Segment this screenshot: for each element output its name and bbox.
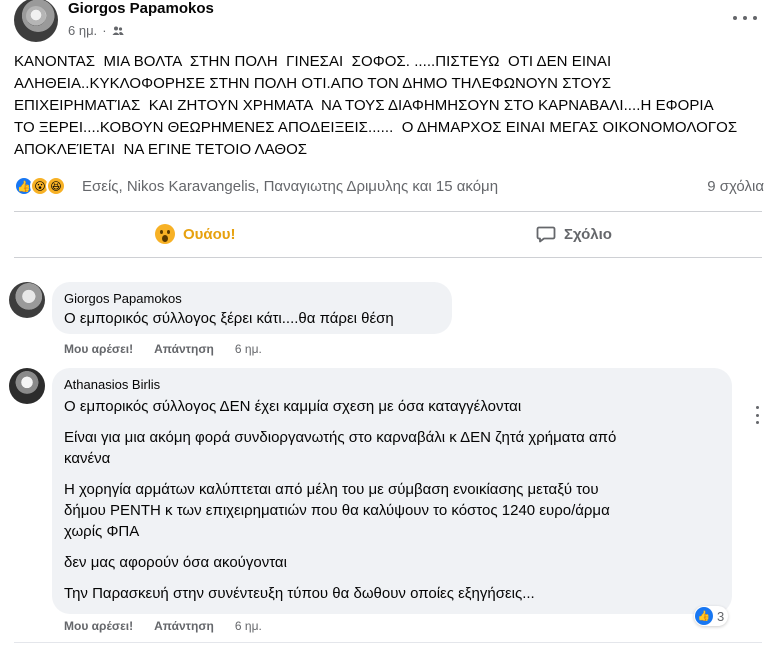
comment-more-options-icon[interactable]	[755, 406, 759, 424]
friends-icon	[112, 26, 124, 35]
post-action-row: Ουάου! Σχόλιο	[0, 212, 768, 256]
next-comment-edge	[14, 642, 762, 653]
comment-reply-button[interactable]: Απάντηση	[154, 619, 214, 633]
post-time[interactable]: 6 ημ.	[68, 23, 97, 38]
commenter-avatar[interactable]	[9, 368, 45, 404]
comment-paragraph: Η χορηγία αρμάτων καλύπτεται από μέλη το…	[64, 481, 610, 540]
comment-paragraph: Ο εμπορικός σύλλογος ΔΕΝ έχει καμμία σχε…	[64, 398, 522, 415]
comment-reaction-count: 3	[717, 608, 725, 624]
reaction-names[interactable]: Εσείς, Nikos Karavangelis, Παναγιωτης Δρ…	[82, 178, 498, 195]
post-text: ΚΑΝΟΝΤΑΣ ΜΙΑ ΒΟΛΤΑ ΣΤΗΝ ΠΟΛΗ ΓΙΝΕΣΑΙ ΣΟΦ…	[14, 53, 738, 158]
commenter-name[interactable]: Giorgos Papamokos	[64, 290, 440, 308]
comment-time[interactable]: 6 ημ.	[235, 342, 262, 356]
comment-reaction-badge[interactable]: 👍 3	[694, 606, 729, 626]
commenter-name[interactable]: Athanasios Birlis	[64, 376, 720, 394]
wow-react-button[interactable]: Ουάου!	[155, 212, 236, 256]
post-meta: 6 ημ. ·	[68, 23, 124, 38]
wow-face-icon	[155, 224, 175, 244]
comment-bubble: Giorgos Papamokos Ο εμπορικός σύλλογος ξ…	[52, 282, 452, 334]
comment-paragraph: Την Παρασκευή στην συνέντευξη τύπου θα δ…	[64, 585, 535, 602]
author-avatar[interactable]	[14, 0, 58, 42]
post-author-name[interactable]: Giorgos Papamokos	[68, 0, 214, 17]
divider	[14, 257, 762, 258]
wow-label: Ουάου!	[183, 225, 236, 243]
haha-reaction-icon: 😆	[46, 176, 66, 196]
comment-button[interactable]: Σχόλιο	[536, 212, 612, 256]
commenter-avatar[interactable]	[9, 282, 45, 318]
post-more-options-icon[interactable]	[733, 8, 757, 28]
comment-count[interactable]: 9 σχόλια	[707, 178, 764, 195]
comment-paragraph: Είναι για μια ακόμη φορά συνδιοργανωτής …	[64, 429, 617, 467]
post-header: Giorgos Papamokos 6 ημ. ·	[0, 0, 768, 44]
comment-reply-button[interactable]: Απάντηση	[154, 342, 214, 356]
comment-bubble: Athanasios Birlis Ο εμπορικός σύλλογος Δ…	[52, 368, 732, 614]
reactions-summary: 👍 😮 😆 Εσείς, Nikos Karavangelis, Παναγιω…	[0, 174, 768, 198]
comment-like-button[interactable]: Μου αρέσει!	[64, 619, 133, 633]
comment-bubble-icon	[536, 226, 556, 243]
comment-label: Σχόλιο	[564, 225, 612, 243]
comment-text: Ο εμπορικός σύλλογος ξέρει κάτι....θα πά…	[64, 310, 394, 327]
comment-actions: Μου αρέσει! Απάντηση 6 ημ.	[64, 342, 262, 356]
comment-like-button[interactable]: Μου αρέσει!	[64, 342, 133, 356]
comment-time[interactable]: 6 ημ.	[235, 619, 262, 633]
like-reaction-icon: 👍	[695, 607, 713, 625]
reaction-icons[interactable]: 👍 😮 😆	[14, 176, 66, 196]
comment-actions: Μου αρέσει! Απάντηση 6 ημ.	[64, 619, 262, 633]
comment-paragraph: δεν μας αφορούν όσα ακούγονται	[64, 554, 287, 571]
